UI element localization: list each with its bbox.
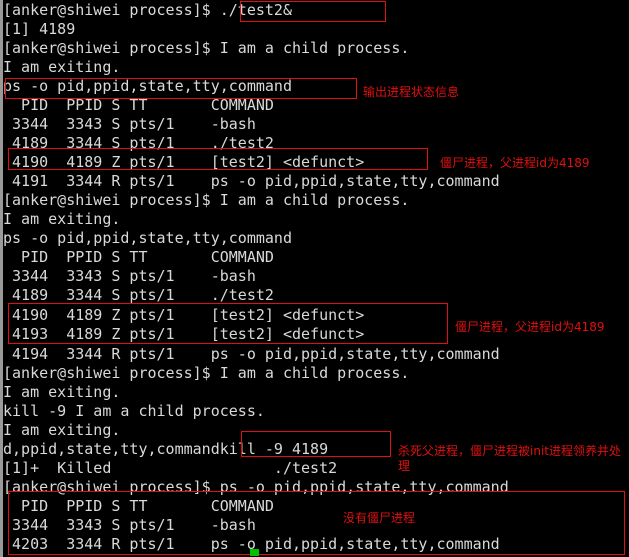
annotation-zombie-single: 僵尸进程，父进程id为4189 — [440, 156, 590, 170]
terminal-line: kill -9 I am a child process. — [3, 402, 265, 420]
terminal-line: [anker@shiwei process]$ I am a child pro… — [3, 191, 410, 209]
annotation-no-zombie: 没有僵尸进程 — [343, 511, 416, 525]
terminal-line: PID PPID S TT COMMAND — [3, 497, 274, 515]
terminal-line: 4189 3344 S pts/1 ./test2 — [3, 134, 274, 152]
terminal-line: 4194 3344 R pts/1 ps -o pid,ppid,state,t… — [3, 345, 500, 363]
terminal-line: 3344 3343 S pts/1 -bash — [3, 267, 256, 285]
terminal-line: [anker@shiwei process]$ I am a child pro… — [3, 364, 410, 382]
terminal-line: PID PPID S TT COMMAND — [3, 96, 274, 114]
terminal-line: 4189 3344 S pts/1 ./test2 — [3, 286, 274, 304]
terminal-screen[interactable]: [anker@shiwei process]$ ./test2& [1] 4189… — [3, 0, 629, 557]
annotation-zombie-double: 僵尸进程，父进程id为4189 — [455, 320, 605, 334]
terminal-line: 3344 3343 S pts/1 -bash — [3, 516, 256, 534]
terminal-line: 4193 4189 Z pts/1 [test2] <defunct> — [3, 325, 365, 343]
terminal-line: ps -o pid,ppid,state,tty,command — [3, 77, 292, 95]
terminal-line: I am exiting. — [3, 421, 121, 439]
terminal-line: [anker@shiwei process]$ ps -o pid,ppid,s… — [3, 478, 509, 496]
annotation-ps-output: 输出进程状态信息 — [363, 85, 460, 99]
terminal-line: 4191 3344 R pts/1 ps -o pid,ppid,state,t… — [3, 172, 500, 190]
terminal-line: [anker@shiwei process]$ ./test2& — [3, 1, 292, 19]
terminal-line: 4190 4189 Z pts/1 [test2] <defunct> — [3, 153, 365, 171]
terminal-window[interactable]: [anker@shiwei process]$ ./test2& [1] 4189… — [0, 0, 629, 557]
terminal-line: [1] 4189 — [3, 20, 76, 38]
terminal-line: d,ppid,state,tty,commandkill -9 4189 — [3, 440, 329, 458]
terminal-line: I am exiting. — [3, 58, 121, 76]
terminal-line: PID PPID S TT COMMAND — [3, 248, 274, 266]
terminal-cursor — [250, 549, 259, 556]
annotation-kill-parent: 杀死父进程，僵尸进程被init进程领养并处理 — [398, 444, 621, 473]
terminal-line: [1]+ Killed ./test2 — [3, 459, 338, 477]
terminal-line: I am exiting. — [3, 383, 121, 401]
terminal-line: I am exiting. — [3, 210, 121, 228]
terminal-line: 4190 4189 Z pts/1 [test2] <defunct> — [3, 306, 365, 324]
terminal-line: ps -o pid,ppid,state,tty,command — [3, 229, 292, 247]
terminal-line: [anker@shiwei process]$ I am a child pro… — [3, 39, 410, 57]
terminal-line: 3344 3343 S pts/1 -bash — [3, 115, 256, 133]
